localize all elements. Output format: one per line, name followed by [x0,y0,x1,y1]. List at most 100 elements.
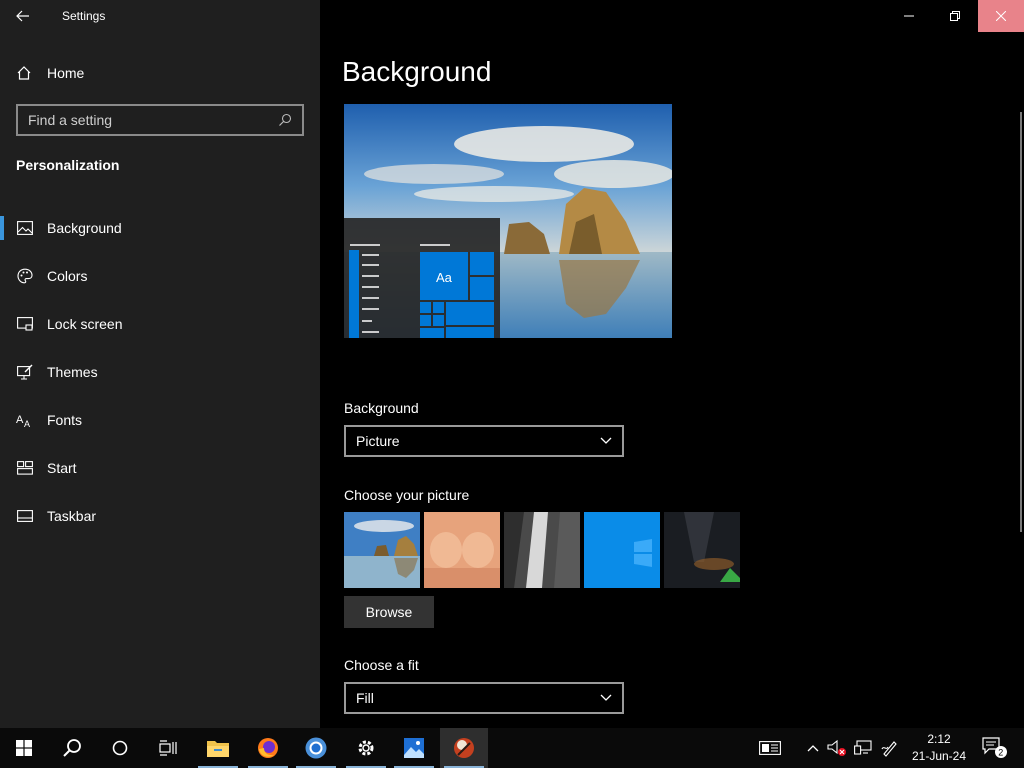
picture-thumb-windows-blue[interactable] [584,512,660,588]
notification-count: 2 [998,748,1003,758]
restore-button[interactable] [932,0,978,32]
picture-thumb-portrait[interactable] [424,512,500,588]
picture-thumb-beach-rock[interactable] [344,512,420,588]
picture-thumb-waterfall[interactable] [504,512,580,588]
app-icon [454,738,474,758]
folder-icon [207,741,229,757]
svg-text:A: A [24,419,30,428]
picture-icon [16,219,34,237]
fit-dropdown[interactable]: Fill [344,682,624,714]
background-label: Background [344,400,419,416]
news-icon [759,741,781,755]
chevron-up-icon [807,745,819,752]
cortana-button[interactable] [96,728,144,768]
photos-icon [404,738,424,758]
news-widget-button[interactable] [756,728,784,768]
sidebar-nav: Background Colors Lock screen Themes AA … [0,204,320,540]
sidebar-item-label: Colors [47,268,88,284]
search-box[interactable] [16,104,304,136]
title-bar: Settings [0,0,320,32]
sidebar-item-label: Taskbar [47,508,97,524]
themes-icon [16,363,34,381]
restore-icon [950,11,960,21]
svg-text:A: A [16,414,24,426]
close-button[interactable] [978,0,1024,32]
sidebar-item-label: Start [47,460,77,476]
back-button[interactable] [0,0,46,32]
scrollbar[interactable] [1020,112,1022,532]
picture-thumb-night-sky[interactable] [664,512,740,588]
choose-fit-label: Choose a fit [344,657,419,673]
system-clock[interactable]: 2:12 21-Jun-24 [906,731,972,765]
file-explorer-button[interactable] [194,728,242,768]
dropdown-value: Fill [356,690,374,706]
firefox-button[interactable] [244,728,292,768]
pen-icon [881,741,897,757]
network-icon [854,740,872,755]
task-view-button[interactable] [144,728,192,768]
page-title: Background [342,56,492,87]
volume-muted-icon [827,739,846,756]
app-title: Settings [62,9,106,23]
home-link[interactable]: Home [16,60,84,86]
window-controls [886,0,1024,32]
taskbar: 2:12 21-Jun-24 2 [0,728,1024,768]
section-title: Personalization [16,157,120,173]
preview-tile-text: Aa [436,270,453,285]
sidebar-item-background[interactable]: Background [0,204,320,252]
settings-content: Background Aa Background Picture Choose … [320,0,1024,728]
windows-logo-icon [16,740,32,756]
chrome-button[interactable] [292,728,340,768]
sidebar-item-taskbar[interactable]: Taskbar [0,492,320,540]
dropdown-value: Picture [356,433,400,449]
background-type-dropdown[interactable]: Picture [344,425,624,457]
taskbar-icon [16,507,34,525]
back-arrow-icon [16,10,29,22]
action-center-button[interactable]: 2 [978,728,1012,768]
active-app-button[interactable] [440,728,488,768]
cortana-icon [112,740,128,756]
picture-thumbnails [344,512,740,588]
pen-workspace-button[interactable] [878,728,902,768]
task-view-icon [159,740,177,756]
home-icon [17,66,31,80]
sidebar-item-themes[interactable]: Themes [0,348,320,396]
firefox-icon [258,738,278,758]
chevron-down-icon [600,694,612,701]
home-label: Home [47,65,85,81]
sidebar-item-fonts[interactable]: AA Fonts [0,396,320,444]
sidebar-item-start[interactable]: Start [0,444,320,492]
settings-taskbar-button[interactable] [342,728,390,768]
show-hidden-icons-button[interactable] [804,728,822,768]
search-icon [63,739,81,757]
taskbar-search-button[interactable] [48,728,96,768]
sidebar-item-lock-screen[interactable]: Lock screen [0,300,320,348]
sidebar-item-label: Themes [47,364,98,380]
notification-icon: 2 [982,737,1007,758]
clock-date: 21-Jun-24 [911,749,967,763]
start-button[interactable] [0,728,48,768]
chevron-down-icon [600,437,612,444]
sidebar-item-label: Background [47,220,122,236]
network-button[interactable] [852,728,874,768]
palette-icon [16,267,34,285]
browse-button[interactable]: Browse [344,596,434,628]
sidebar-item-label: Fonts [47,412,83,428]
sidebar-item-colors[interactable]: Colors [0,252,320,300]
fonts-icon: AA [16,411,34,429]
search-icon[interactable] [278,113,292,127]
choose-picture-label: Choose your picture [344,487,470,503]
settings-sidebar: Settings Home Personalization Background… [0,0,320,728]
sidebar-item-label: Lock screen [47,316,123,332]
search-input[interactable] [28,112,278,128]
minimize-button[interactable] [886,0,932,32]
clock-time: 2:12 [927,732,951,746]
chrome-icon [305,737,327,759]
close-icon [996,11,1006,21]
gear-icon [358,740,374,756]
volume-button[interactable] [826,728,848,768]
photos-button[interactable] [390,728,438,768]
minimize-icon [904,15,914,17]
background-preview: Aa [344,104,672,338]
lock-screen-icon [16,315,34,333]
